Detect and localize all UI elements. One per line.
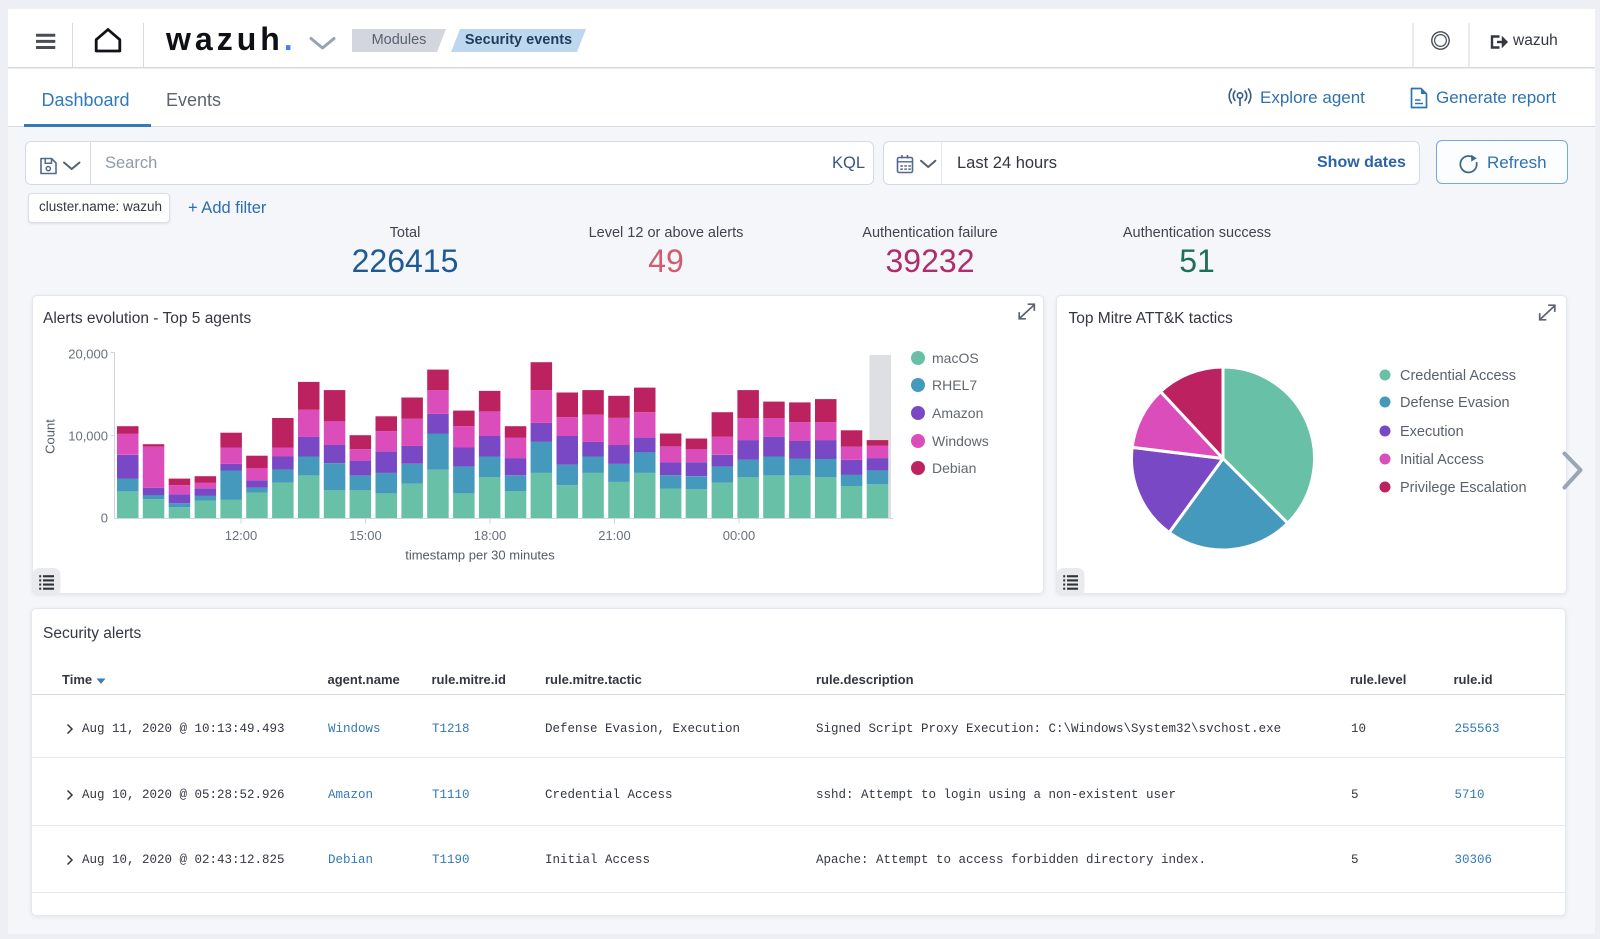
svg-text:10,000: 10,000 [68,429,108,444]
svg-text:Windows: Windows [932,433,989,449]
svg-text:Privilege Escalation: Privilege Escalation [1400,480,1527,496]
svg-text:Count: Count [43,419,58,454]
svg-text:Defense Evasion: Defense Evasion [1400,395,1510,411]
svg-text:Credential Access: Credential Access [1400,368,1516,384]
svg-text:RHEL7: RHEL7 [932,377,977,393]
svg-text:Execution: Execution [1400,424,1464,440]
svg-text:18:00: 18:00 [474,528,507,543]
svg-text:Amazon: Amazon [932,405,983,421]
svg-text:timestamp per 30 minutes: timestamp per 30 minutes [405,548,555,563]
svg-text:21:00: 21:00 [598,528,631,543]
svg-text:12:00: 12:00 [225,528,258,543]
svg-text:0: 0 [101,511,108,526]
svg-text:Initial Access: Initial Access [1400,452,1484,468]
svg-text:00:00: 00:00 [723,528,756,543]
svg-text:macOS: macOS [932,350,979,366]
svg-text:Debian: Debian [932,460,976,476]
svg-text:20,000: 20,000 [68,347,108,362]
svg-text:15:00: 15:00 [349,528,382,543]
